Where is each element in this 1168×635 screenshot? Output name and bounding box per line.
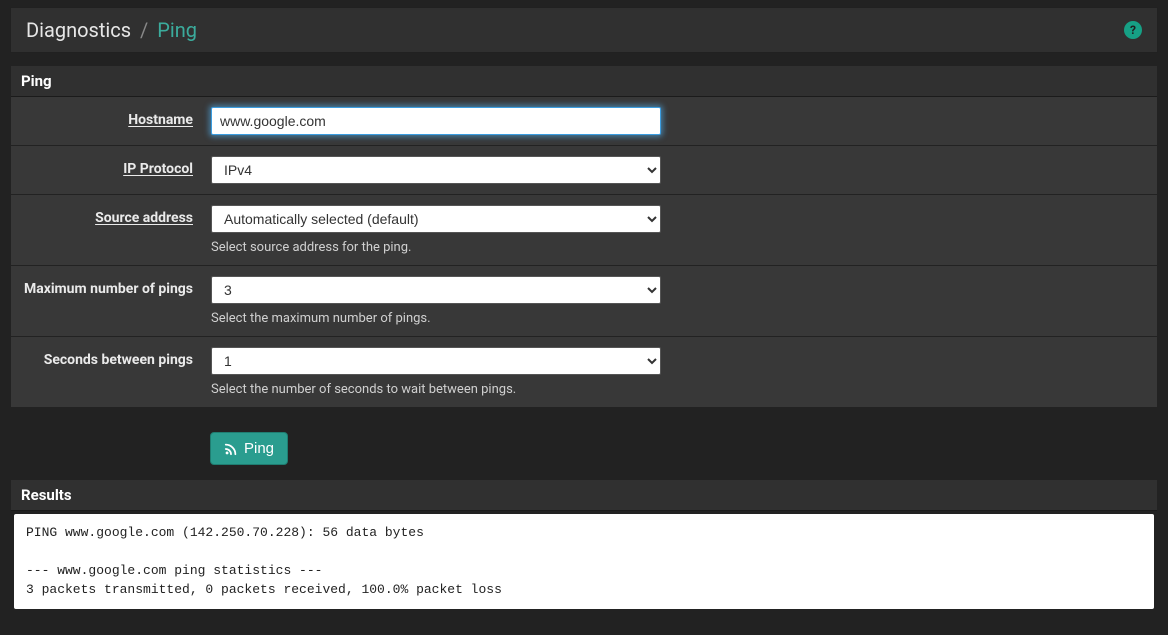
- breadcrumb-current: Ping: [157, 18, 197, 42]
- breadcrumb: Diagnostics / Ping: [26, 18, 197, 42]
- source-address-help: Select source address for the ping.: [211, 240, 1142, 255]
- ping-panel-title: Ping: [11, 66, 1157, 97]
- breadcrumb-root[interactable]: Diagnostics: [26, 18, 131, 42]
- ip-protocol-select[interactable]: IPv4: [211, 156, 661, 184]
- ping-button[interactable]: Ping: [210, 432, 288, 465]
- seconds-between-select[interactable]: 1: [211, 347, 661, 375]
- ip-protocol-label: IP Protocol: [123, 161, 193, 177]
- max-pings-help: Select the maximum number of pings.: [211, 311, 1142, 326]
- ping-panel: Ping Hostname IP Protocol IPv4 Source ad…: [10, 65, 1158, 408]
- seconds-between-label: Seconds between pings: [44, 352, 193, 368]
- help-icon[interactable]: ?: [1124, 21, 1142, 39]
- ping-button-label: Ping: [244, 440, 274, 457]
- max-pings-select[interactable]: 3: [211, 276, 661, 304]
- hostname-label: Hostname: [128, 112, 193, 128]
- source-address-select[interactable]: Automatically selected (default): [211, 205, 661, 233]
- results-panel: Results PING www.google.com (142.250.70.…: [10, 479, 1158, 613]
- max-pings-label: Maximum number of pings: [24, 281, 193, 297]
- hostname-input[interactable]: [211, 107, 661, 135]
- page-header: Diagnostics / Ping ?: [10, 7, 1158, 53]
- seconds-between-help: Select the number of seconds to wait bet…: [211, 382, 1142, 397]
- results-output: PING www.google.com (142.250.70.228): 56…: [14, 514, 1154, 609]
- breadcrumb-separator: /: [140, 18, 148, 42]
- results-panel-title: Results: [11, 480, 1157, 511]
- rss-icon: [224, 442, 238, 456]
- source-address-label: Source address: [95, 210, 193, 226]
